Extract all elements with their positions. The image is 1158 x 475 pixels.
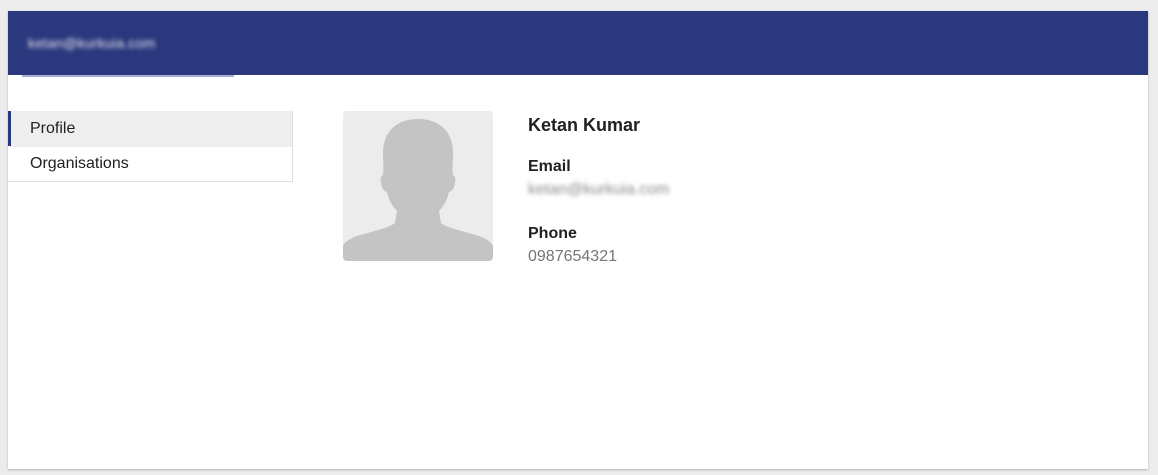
email-value: ketan@kurkuia.com <box>528 181 670 198</box>
profile-name: Ketan Kumar <box>528 115 641 135</box>
account-tab-label: ketan@kurkuia.com <box>28 35 156 51</box>
sidebar-item-profile[interactable]: Profile <box>8 111 292 146</box>
sidebar-item-label: Profile <box>30 119 76 137</box>
active-tab-indicator <box>22 75 234 77</box>
phone-value: 0987654321 <box>528 248 617 265</box>
avatar <box>343 111 493 261</box>
sidebar-item-label: Organisations <box>30 155 129 172</box>
person-silhouette-icon <box>343 111 493 261</box>
phone-label: Phone <box>528 225 577 242</box>
account-tab[interactable]: ketan@kurkuia.com <box>22 11 234 77</box>
email-label: Email <box>528 158 571 175</box>
sidebar-item-organisations[interactable]: Organisations <box>8 146 292 181</box>
profile-card: ketan@kurkuia.com Profile Organisations … <box>8 11 1148 469</box>
profile-details: Ketan Kumar Email ketan@kurkuia.com Phon… <box>528 115 670 292</box>
app-header: ketan@kurkuia.com <box>8 11 1148 77</box>
sidebar-nav: Profile Organisations <box>8 111 293 182</box>
